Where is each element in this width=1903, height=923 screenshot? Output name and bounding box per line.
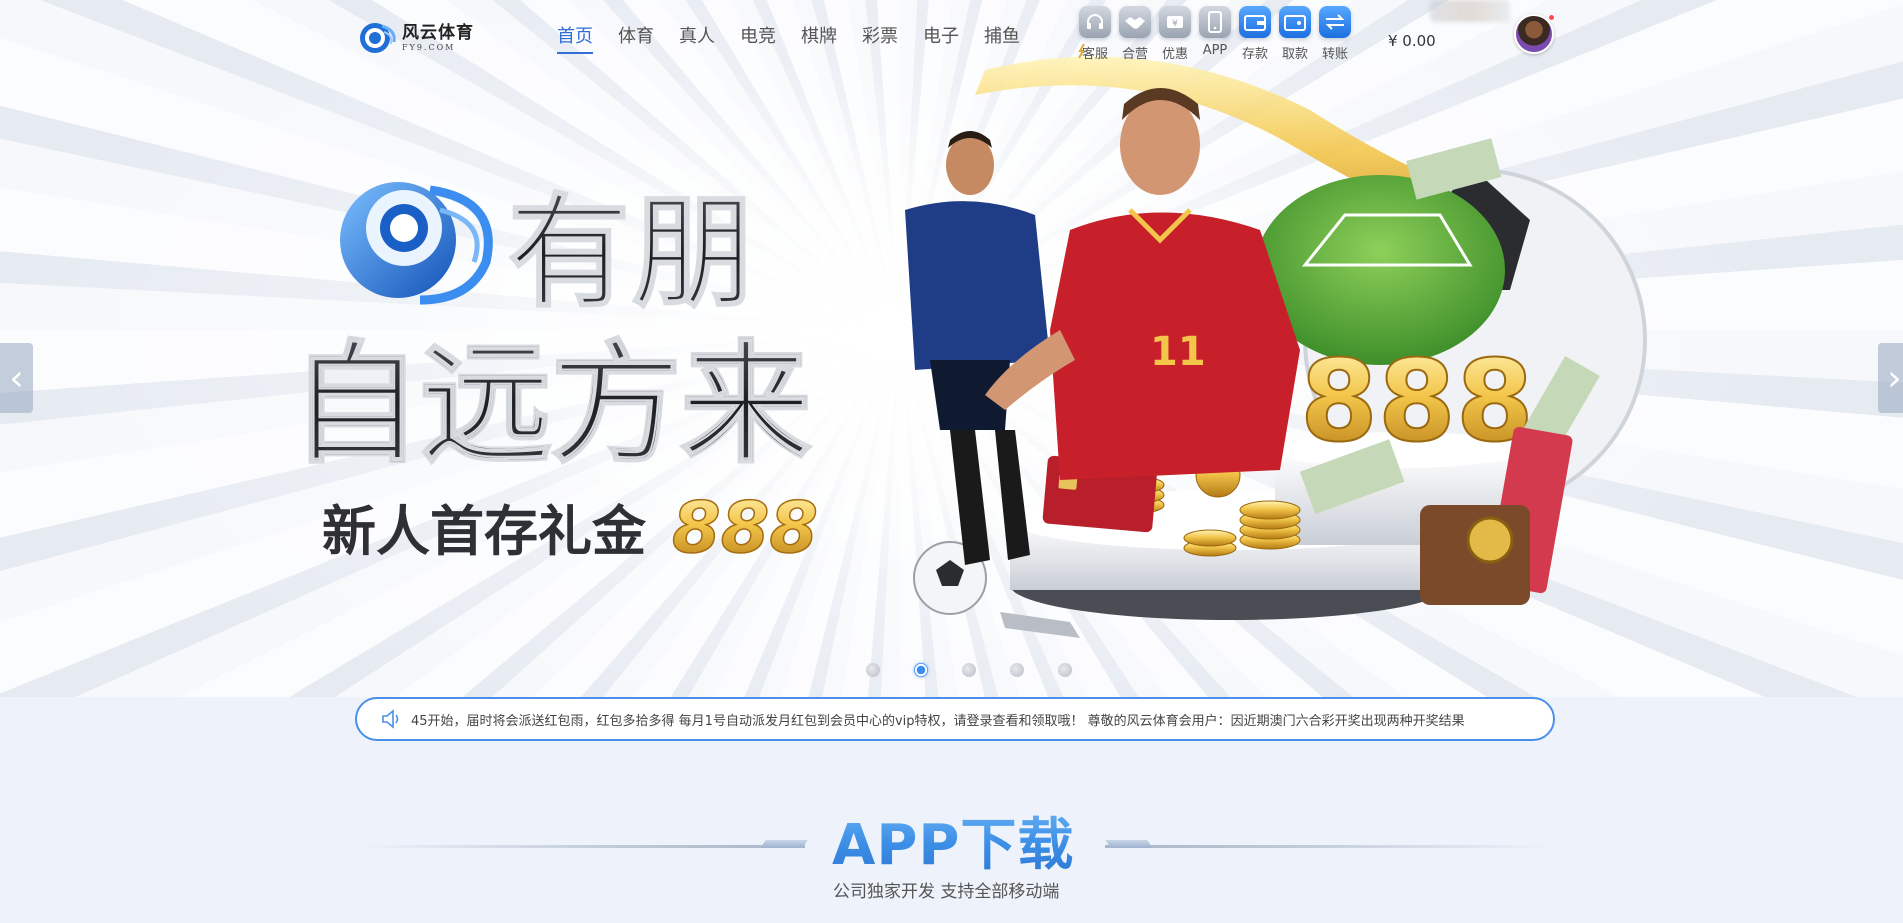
banner-next-button[interactable]: › <box>1878 343 1903 413</box>
art-888: 888 <box>1300 337 1534 467</box>
wallet-balance[interactable]: ¥ 0.00 <box>1388 32 1436 50</box>
app-download-subtitle: 公司独家开发 支持全部移动端 <box>833 882 1060 902</box>
app-download-title: APP下载 <box>832 800 1074 881</box>
site-logo[interactable]: 风云体育 FY9.COM <box>358 20 474 56</box>
brand-swirl-art <box>340 182 493 305</box>
headline-line-1: 有朋 <box>508 182 756 324</box>
user-avatar[interactable] <box>1514 14 1554 54</box>
section-divider-tab-left <box>760 840 808 848</box>
tool-label: APP <box>1202 43 1228 58</box>
promo-amount: 888 <box>672 487 818 569</box>
tool-partnership[interactable]: 合营 <box>1115 6 1155 62</box>
headline-line-2: 自远方来 <box>290 328 812 482</box>
tool-label: 转账 <box>1321 47 1348 62</box>
tool-promotions[interactable]: ¥ 优惠 <box>1155 6 1195 62</box>
chevron-right-icon: › <box>1887 357 1902 399</box>
wallet-deposit-icon <box>1239 6 1271 38</box>
nav-item-fishing[interactable]: 捕鱼 <box>984 22 1020 56</box>
players-illustration: 888 11 <box>905 56 1647 638</box>
svg-text:¥: ¥ <box>1172 19 1178 29</box>
section-divider-tab-right <box>1105 840 1153 848</box>
slide-dot-2[interactable] <box>914 663 928 677</box>
nav-item-slots[interactable]: 电子 <box>923 22 959 56</box>
tool-transfer[interactable]: 转账 <box>1315 6 1355 62</box>
nav-item-sports[interactable]: 体育 <box>618 22 654 56</box>
banner-pagination <box>866 663 1106 677</box>
section-divider-right <box>1105 845 1555 848</box>
masked-username <box>1430 0 1510 22</box>
transfer-icon <box>1319 6 1351 38</box>
slide-dot-4[interactable] <box>1010 663 1024 677</box>
slide-dot-1[interactable] <box>866 663 880 677</box>
tool-customer-service[interactable]: 客服 <box>1075 6 1115 62</box>
logo-text: 风云体育 FY9.COM <box>402 22 474 52</box>
handshake-icon <box>1119 6 1151 38</box>
tool-label: 合营 <box>1121 47 1148 62</box>
nav-item-live-casino[interactable]: 真人 <box>679 22 715 56</box>
quick-tools: 客服 合营 ¥ 优惠 APP 存款 取款 转账 <box>1075 6 1355 62</box>
tool-label: 优惠 <box>1161 47 1188 62</box>
nav-item-cards[interactable]: 棋牌 <box>801 22 837 56</box>
coupon-icon: ¥ <box>1159 6 1191 38</box>
headset-icon <box>1079 6 1111 38</box>
section-divider-left <box>355 845 805 848</box>
slide-dot-3[interactable] <box>962 663 976 677</box>
speaker-icon <box>382 709 399 729</box>
slide-dot-5[interactable] <box>1058 663 1072 677</box>
tool-app[interactable]: APP <box>1195 6 1235 58</box>
hero-banner[interactable]: 有朋 自远方来 新人首存礼金 888 888 11 <box>0 0 1903 697</box>
logo-swirl-icon <box>360 23 396 53</box>
nav-item-home[interactable]: 首页 <box>557 22 593 56</box>
main-nav: 首页 体育 真人 电竞 棋牌 彩票 电子 捕鱼 <box>557 22 1045 56</box>
svg-text:11: 11 <box>1150 329 1206 375</box>
tool-label: 客服 <box>1081 47 1108 62</box>
tool-label: 取款 <box>1281 47 1308 62</box>
tool-deposit[interactable]: 存款 <box>1235 6 1275 62</box>
tool-label: 存款 <box>1241 47 1268 62</box>
notification-dot <box>1548 14 1555 21</box>
nav-item-lottery[interactable]: 彩票 <box>862 22 898 56</box>
announcement-text: 45开始，届时将会派送红包雨，红包多拾多得 每月1号自动派发月红包到会员中心的v… <box>411 713 1465 729</box>
wallet-withdraw-icon <box>1279 6 1311 38</box>
phone-icon <box>1199 6 1231 38</box>
top-header: 风云体育 FY9.COM 首页 体育 真人 电竞 棋牌 彩票 电子 捕鱼 客服 … <box>0 0 1903 70</box>
promo-text: 新人首存礼金 <box>322 500 647 563</box>
logo-name-cn: 风云体育 <box>402 22 474 43</box>
nav-item-esports[interactable]: 电竞 <box>740 22 776 56</box>
banner-prev-button[interactable]: ‹ <box>0 343 33 413</box>
tool-withdraw[interactable]: 取款 <box>1275 6 1315 62</box>
logo-name-en: FY9.COM <box>402 42 456 52</box>
announcement-bar[interactable]: 45开始，届时将会派送红包雨，红包多拾多得 每月1号自动派发月红包到会员中心的v… <box>355 697 1555 741</box>
chevron-left-icon: ‹ <box>9 357 24 399</box>
